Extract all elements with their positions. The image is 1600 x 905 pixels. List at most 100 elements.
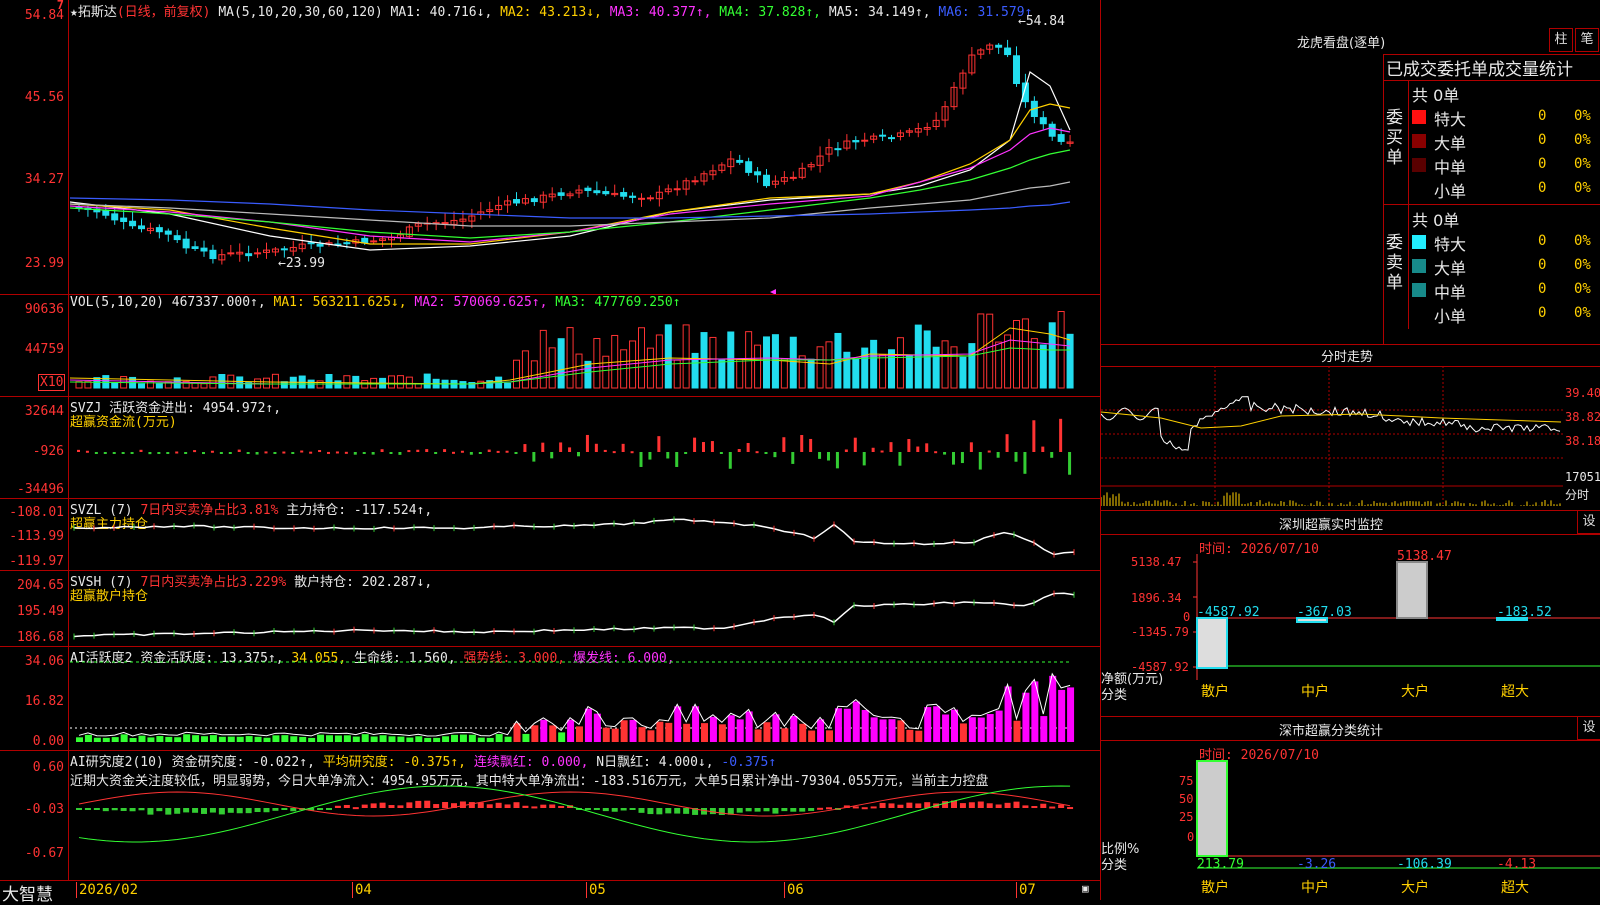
row-count: 0 bbox=[1538, 132, 1547, 148]
row-label: 特大 bbox=[1434, 110, 1467, 129]
row-color-swatch bbox=[1412, 283, 1426, 297]
candle bbox=[120, 217, 128, 222]
svzl-chart[interactable] bbox=[70, 498, 1098, 570]
candle bbox=[1057, 134, 1065, 142]
volume-bar bbox=[1013, 320, 1020, 389]
flow-bar bbox=[719, 452, 723, 454]
activity-bar bbox=[165, 736, 173, 742]
flow-bar bbox=[157, 452, 161, 454]
row-count: 0 bbox=[1538, 180, 1547, 196]
y-label: -113.99 bbox=[9, 529, 64, 544]
lock-icon[interactable]: ▣ bbox=[1082, 882, 1089, 895]
research-bar bbox=[1022, 805, 1029, 808]
volume-bar bbox=[727, 331, 735, 389]
ai-research-panel[interactable]: 0.60 -0.03 -0.67 AI研究度2(10) 资金研究度: -0.02… bbox=[0, 750, 1100, 881]
research-bar bbox=[156, 808, 163, 812]
activity-bar bbox=[790, 715, 798, 742]
svsh-panel[interactable]: 204.65 195.49 186.68 SVSH (7) 7日内买卖净占比3.… bbox=[0, 570, 1100, 647]
monitor-value: -367.03 bbox=[1297, 605, 1352, 620]
activity-bar bbox=[129, 737, 137, 742]
sell-label: 委卖单 bbox=[1386, 233, 1403, 293]
flow-bar bbox=[505, 450, 509, 453]
flow-bar bbox=[960, 452, 964, 464]
x-label: 06 bbox=[784, 882, 804, 898]
sz-class-section[interactable]: 深市超赢分类统计 设 时间: 2026/07/10 75 50 25 0 比例%… bbox=[1101, 716, 1600, 900]
buy-block: 委买单 共 0单 特大 0 0% 大单 0 0% 中单 0 0% 小单 0 0% bbox=[1384, 80, 1600, 205]
flow-bar bbox=[327, 451, 330, 454]
activity-bar bbox=[1022, 692, 1030, 742]
volume-bar bbox=[1030, 338, 1038, 389]
flow-bar bbox=[978, 452, 982, 470]
sz-class-chart[interactable]: 213.79 散户 -3.26 中户 -106.39 大户 -4.13 超大 bbox=[1101, 716, 1600, 900]
volume-bar bbox=[236, 376, 244, 389]
bar-mode-button[interactable]: 柱 bbox=[1549, 28, 1573, 52]
research-bar bbox=[433, 804, 440, 808]
volume-bar bbox=[905, 354, 913, 389]
activity-bar bbox=[442, 736, 450, 742]
svzj-panel[interactable]: 32644 -926 -34496 SVZJ 活跃资金进出: 4954.972↑… bbox=[0, 396, 1100, 499]
ai-active-panel[interactable]: 34.06 16.82 0.00 AI活跃度2 资金活跃度: 13.375↑, … bbox=[0, 646, 1100, 751]
flow-bar bbox=[398, 452, 402, 455]
flow-bar bbox=[353, 452, 357, 455]
activity-line bbox=[78, 672, 1071, 737]
activity-bar bbox=[513, 723, 521, 742]
flow-bar bbox=[594, 443, 598, 452]
candle bbox=[620, 192, 628, 197]
candle bbox=[736, 159, 744, 163]
svsh-chart[interactable] bbox=[70, 570, 1098, 646]
svzj-y-axis: 32644 -926 -34496 bbox=[0, 396, 69, 498]
activity-bar bbox=[674, 706, 682, 742]
activity-bar bbox=[593, 713, 601, 742]
flow-bar bbox=[827, 452, 830, 461]
intraday-section[interactable]: 分时走势 39.40 38.82 38.18 17051 分时 bbox=[1101, 344, 1600, 511]
research-bar bbox=[790, 808, 797, 812]
ai-active-chart[interactable] bbox=[70, 646, 1098, 750]
flow-bar bbox=[1059, 418, 1063, 452]
candle bbox=[879, 134, 887, 137]
flow-bar bbox=[559, 442, 563, 452]
price-panel[interactable]: 54.84 45.56 34.27 23.99 7 ★拓斯达(日线，前复权) M… bbox=[0, 0, 1100, 295]
ai-research-chart[interactable] bbox=[70, 750, 1098, 880]
activity-bar bbox=[843, 708, 851, 742]
activity-bar bbox=[263, 737, 271, 742]
flow-bar bbox=[853, 437, 857, 452]
activity-bar bbox=[156, 736, 164, 742]
y-label: 34.06 bbox=[24, 654, 64, 669]
category-label: 散户 bbox=[1201, 683, 1229, 700]
research-bar bbox=[442, 801, 449, 808]
flow-bar bbox=[871, 447, 875, 452]
volume-panel[interactable]: 90636 44759 X10 VOL(5,10,20) 467337.000↑… bbox=[0, 294, 1100, 397]
activity-bar bbox=[620, 720, 628, 742]
flow-bar bbox=[77, 449, 80, 452]
category-label: 超大 bbox=[1501, 880, 1529, 896]
flow-bar bbox=[523, 444, 527, 452]
activity-bar bbox=[959, 723, 967, 742]
activity-bar bbox=[951, 709, 958, 742]
activity-bar bbox=[317, 734, 325, 742]
y-label: 204.65 bbox=[17, 578, 64, 593]
flow-bar bbox=[255, 452, 259, 455]
volume-chart[interactable] bbox=[70, 294, 1098, 396]
candle bbox=[182, 238, 190, 249]
sz-monitor-chart[interactable]: -4587.92 散户 -367.03 中户 5138.47 大户 -183.52 超大 bbox=[1101, 510, 1600, 716]
research-bar bbox=[888, 803, 895, 808]
svzj-chart[interactable] bbox=[70, 396, 1098, 498]
activity-bar bbox=[968, 717, 976, 742]
activity-bar bbox=[451, 734, 458, 742]
svzl-y-axis: -108.01 -113.99 -119.97 bbox=[0, 498, 69, 570]
activity-bar bbox=[84, 734, 92, 742]
activity-bar bbox=[540, 719, 548, 742]
research-bar bbox=[263, 808, 270, 813]
pen-mode-button[interactable]: 笔 bbox=[1575, 28, 1599, 52]
monitor-value: 5138.47 bbox=[1397, 549, 1452, 564]
price-chart[interactable] bbox=[70, 0, 1098, 294]
intraday-chart[interactable] bbox=[1101, 366, 1563, 508]
category-label: 散户 bbox=[1201, 879, 1229, 896]
stats-title[interactable]: 已成交委托单成交量统计 bbox=[1386, 55, 1573, 80]
flow-bar bbox=[1005, 434, 1009, 452]
research-bar bbox=[808, 808, 815, 811]
svzl-panel[interactable]: -108.01 -113.99 -119.97 SVZL (7) 7日内买卖净占… bbox=[0, 498, 1100, 571]
volume-bar bbox=[673, 359, 681, 389]
flow-bar bbox=[996, 452, 1000, 458]
sz-monitor-section[interactable]: 深圳超赢实时监控 设 时间: 2026/07/10 5138.47 1896.3… bbox=[1101, 510, 1600, 717]
